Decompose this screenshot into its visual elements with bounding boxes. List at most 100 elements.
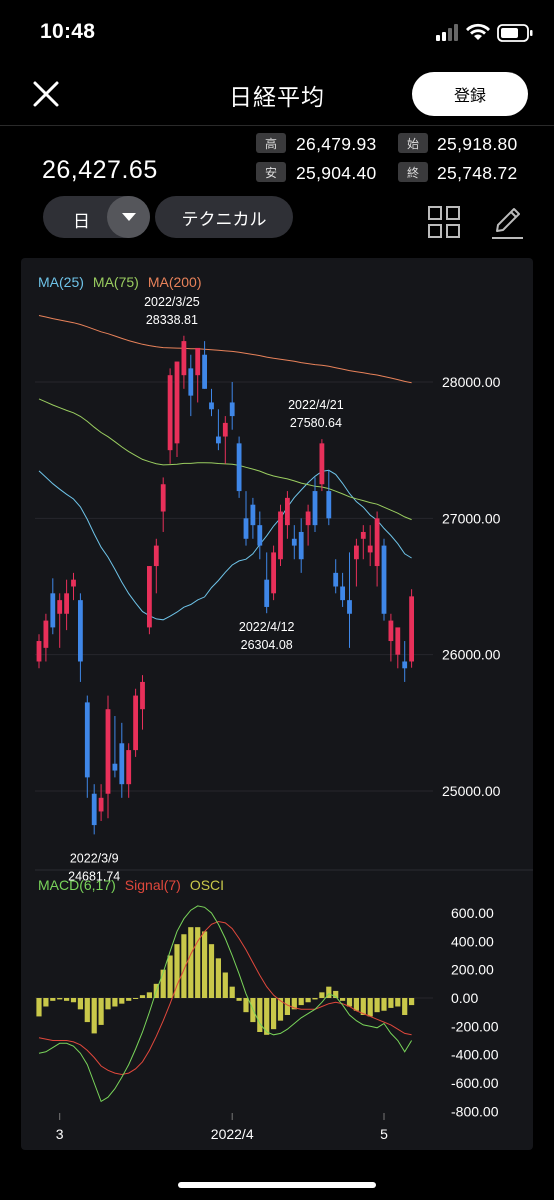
ma200-line (38, 315, 412, 384)
cellular-signal-icon (436, 24, 458, 41)
close-label: 終 (398, 162, 428, 182)
osci-bar (305, 998, 311, 1003)
candle (98, 784, 104, 821)
candle-body (195, 347, 201, 376)
candle (188, 354, 194, 417)
candle-body (119, 743, 125, 785)
osci-bar (312, 998, 318, 1000)
candle (147, 566, 152, 635)
candle-body (202, 354, 207, 389)
osci-bar (119, 998, 125, 1004)
high-value: 26,479.93 (296, 134, 377, 154)
candle (181, 335, 187, 389)
candle (174, 361, 180, 457)
open-value: 25,918.80 (437, 134, 518, 154)
legend-item: MACD(6,17) (38, 877, 116, 893)
legend-item: MA(75) (93, 274, 139, 290)
candle (112, 716, 118, 778)
candle-body (319, 443, 325, 485)
price-axis-labels: 28000.00 27000.00 26000.00 25000.00 (442, 374, 501, 799)
grid-layout-icon[interactable] (427, 205, 461, 239)
price-tick-label: 28000.00 (442, 374, 501, 390)
candle-body (409, 596, 414, 662)
candle (409, 589, 414, 668)
candle-body (216, 436, 221, 444)
osci-bar (395, 998, 401, 1007)
macd-tick-label: 600.00 (451, 905, 494, 921)
battery-icon (497, 24, 533, 42)
osci-bar (353, 998, 359, 1011)
candle-body (105, 709, 111, 794)
osci-bar (215, 958, 221, 998)
osci-bar (388, 998, 394, 1008)
candle-body (354, 545, 359, 560)
candle-body (91, 793, 97, 826)
candle (402, 641, 408, 682)
candle-body (347, 600, 352, 614)
period-dropdown-button[interactable] (107, 196, 150, 238)
osci-bar (374, 998, 380, 1013)
candle-body (84, 702, 90, 778)
osci-bar (36, 998, 42, 1017)
candle (50, 578, 56, 635)
open-label: 始 (398, 133, 428, 153)
macd-legend: MACD(6,17) Signal(7) OSCI (38, 877, 224, 893)
candle-body (160, 484, 166, 512)
candle-body (236, 443, 242, 492)
candle-body (305, 511, 311, 526)
candle (271, 545, 276, 601)
candle-body (98, 797, 104, 812)
candle-body (264, 579, 270, 607)
candle-body (326, 491, 332, 519)
candle-body (367, 545, 373, 553)
price-gridlines (35, 381, 433, 792)
candle (333, 559, 339, 594)
osci-bar (112, 998, 118, 1007)
candle (326, 470, 332, 526)
legend-item: MA(200) (148, 274, 202, 290)
candle (160, 477, 166, 532)
candle-body (36, 641, 42, 662)
status-icons (436, 23, 533, 42)
candle (285, 491, 290, 539)
candle-body (147, 566, 152, 628)
annotation-value: 26304.08 (241, 638, 293, 652)
close-value: 25,748.72 (437, 163, 518, 183)
candle-body (181, 341, 187, 376)
candlesticks (36, 335, 414, 835)
price-tick-label: 26000.00 (442, 647, 501, 663)
candle (216, 409, 221, 451)
low-label: 安 (256, 162, 286, 182)
macd-tick-label: 0.00 (451, 990, 478, 1006)
candle (84, 695, 90, 798)
candle (250, 497, 256, 539)
candle-body (298, 531, 304, 560)
candle-body (402, 661, 408, 669)
annotation-value: 27580.64 (290, 416, 342, 430)
status-time: 10:48 (40, 20, 96, 43)
candle-body (257, 525, 263, 546)
osci-bar (50, 998, 56, 1001)
register-button[interactable]: 登録 (412, 72, 528, 116)
osci-bar (229, 986, 235, 998)
candle-body (340, 586, 345, 601)
osci-bar (57, 998, 63, 1000)
candle (367, 525, 373, 567)
x-tick-label: 3 (56, 1126, 64, 1142)
osci-bar (381, 998, 387, 1011)
candle (140, 675, 145, 730)
candle-body (374, 518, 380, 567)
candle-body (271, 552, 276, 594)
stock-chart[interactable]: 28000.00 27000.00 26000.00 25000.00 2022/3/… (21, 258, 533, 1150)
candle-body (133, 695, 138, 751)
candle (57, 593, 63, 648)
period-label: 日 (73, 212, 90, 231)
legend-item: Signal(7) (125, 877, 181, 893)
osci-bar (195, 927, 201, 998)
candle (291, 525, 297, 560)
candle-body (71, 579, 76, 587)
macd-tick-label: -800.00 (451, 1103, 499, 1119)
technical-button[interactable]: テクニカル (155, 196, 293, 238)
pencil-icon[interactable] (489, 205, 525, 241)
current-price: 26,427.65 (42, 156, 158, 184)
